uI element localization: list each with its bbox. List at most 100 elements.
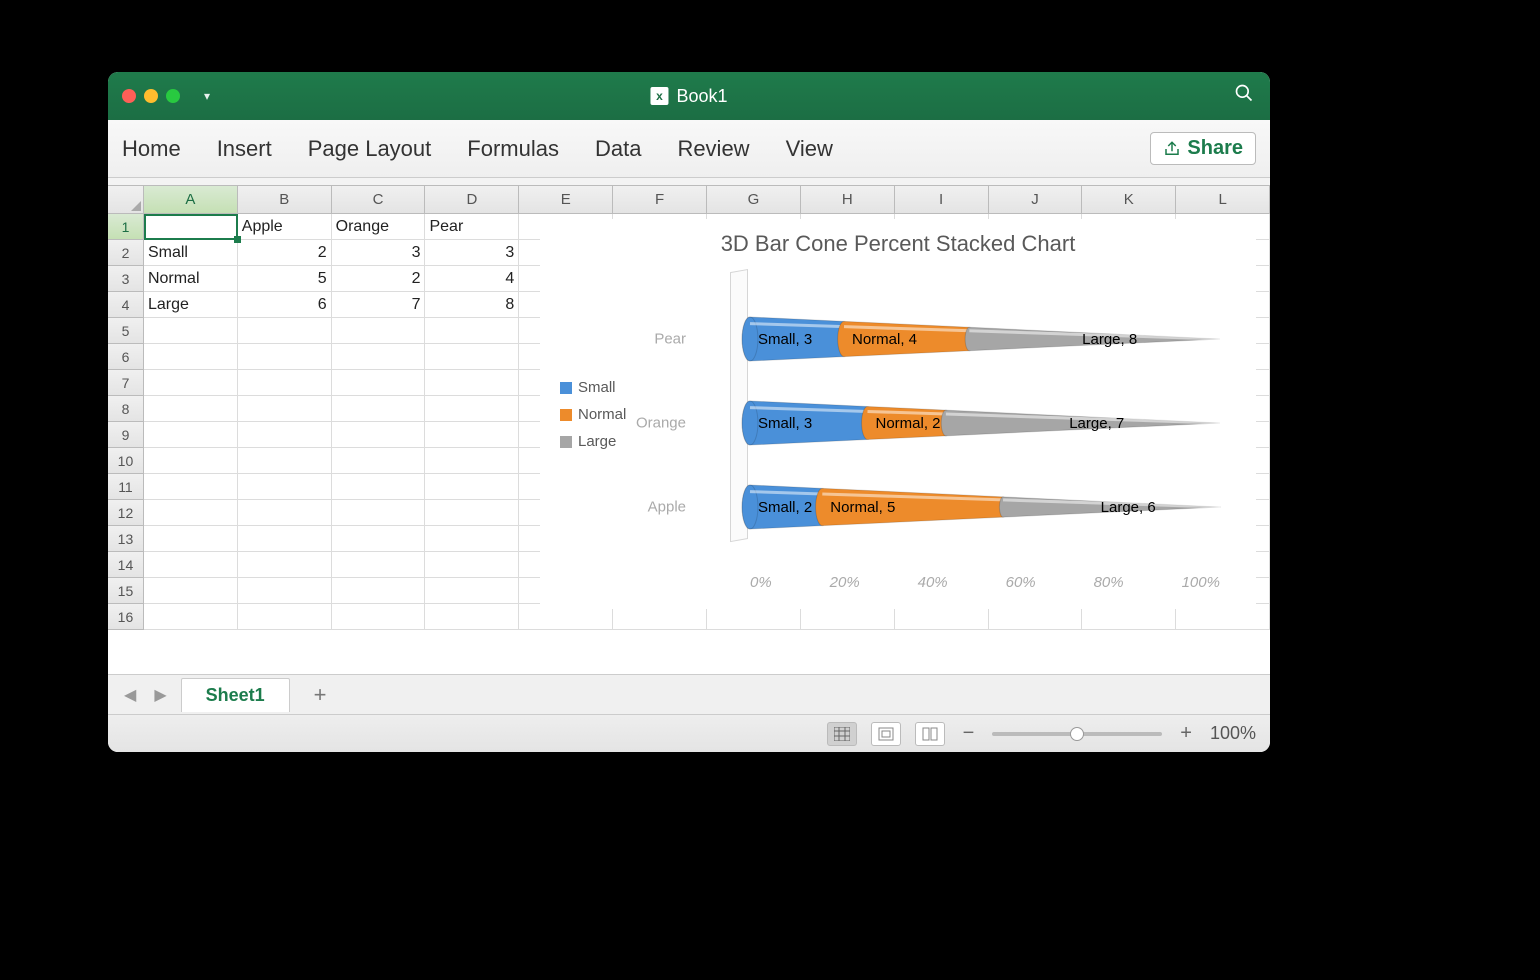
row-header[interactable]: 4 [108,292,144,318]
cell[interactable]: 2 [238,240,332,266]
cell[interactable] [332,396,426,422]
tab-page-layout[interactable]: Page Layout [308,136,432,162]
cell[interactable] [238,422,332,448]
row-header[interactable]: 6 [108,344,144,370]
row-header[interactable]: 9 [108,422,144,448]
cell[interactable]: 7 [332,292,426,318]
column-header-d[interactable]: D [425,186,519,214]
view-normal-button[interactable] [827,722,857,746]
cell[interactable] [425,552,519,578]
row-header[interactable]: 16 [108,604,144,630]
row-header[interactable]: 2 [108,240,144,266]
cell[interactable] [144,214,238,240]
cell[interactable]: Normal [144,266,238,292]
column-header-e[interactable]: E [519,186,613,214]
cell[interactable]: 8 [425,292,519,318]
row-header[interactable]: 5 [108,318,144,344]
cell[interactable]: 2 [332,266,426,292]
cell[interactable] [144,604,238,630]
cell[interactable]: 3 [332,240,426,266]
cell[interactable] [332,500,426,526]
row-header[interactable]: 1 [108,214,144,240]
zoom-in-button[interactable]: + [1176,722,1196,745]
cell[interactable] [144,552,238,578]
column-header-l[interactable]: L [1176,186,1270,214]
row-header[interactable]: 12 [108,500,144,526]
cell[interactable] [238,370,332,396]
cell[interactable] [238,552,332,578]
cell[interactable] [425,604,519,630]
add-sheet-button[interactable]: + [300,682,341,708]
cell[interactable] [425,422,519,448]
cell[interactable] [144,344,238,370]
cell[interactable] [144,526,238,552]
cell[interactable] [238,474,332,500]
cell[interactable] [332,578,426,604]
cell[interactable] [425,500,519,526]
chart-object[interactable]: 3D Bar Cone Percent Stacked Chart SmallN… [540,219,1256,609]
cell[interactable] [144,578,238,604]
cell[interactable] [332,526,426,552]
tab-data[interactable]: Data [595,136,641,162]
cell[interactable]: Orange [332,214,426,240]
cell[interactable] [332,552,426,578]
tab-insert[interactable]: Insert [217,136,272,162]
cell[interactable] [144,474,238,500]
cell[interactable]: 3 [425,240,519,266]
select-all-corner[interactable] [108,186,144,214]
cell[interactable] [144,500,238,526]
row-header[interactable]: 10 [108,448,144,474]
cell[interactable] [332,474,426,500]
column-header-k[interactable]: K [1082,186,1176,214]
cell[interactable] [238,448,332,474]
cell[interactable]: 6 [238,292,332,318]
view-page-layout-button[interactable] [871,722,901,746]
column-header-f[interactable]: F [613,186,707,214]
cell[interactable]: Large [144,292,238,318]
tab-nav-next-icon[interactable]: ▶ [150,685,170,705]
column-header-i[interactable]: I [895,186,989,214]
row-header[interactable]: 14 [108,552,144,578]
cell[interactable] [144,318,238,344]
cell[interactable] [238,578,332,604]
cell[interactable] [144,422,238,448]
minimize-icon[interactable] [144,89,158,103]
close-icon[interactable] [122,89,136,103]
row-header[interactable]: 15 [108,578,144,604]
cell[interactable] [332,344,426,370]
cell[interactable] [144,370,238,396]
row-header[interactable]: 3 [108,266,144,292]
zoom-slider[interactable] [992,732,1162,736]
cell[interactable]: Small [144,240,238,266]
cell[interactable] [332,370,426,396]
cell[interactable] [332,422,426,448]
zoom-out-button[interactable]: − [959,722,979,745]
cell[interactable] [425,448,519,474]
formula-bar[interactable] [108,178,1270,186]
cell[interactable] [425,396,519,422]
row-header[interactable]: 11 [108,474,144,500]
column-header-b[interactable]: B [238,186,332,214]
view-page-break-button[interactable] [915,722,945,746]
cell[interactable] [144,396,238,422]
maximize-icon[interactable] [166,89,180,103]
cell[interactable] [238,604,332,630]
cell[interactable]: 5 [238,266,332,292]
row-header[interactable]: 13 [108,526,144,552]
column-header-j[interactable]: J [989,186,1083,214]
cell[interactable] [144,448,238,474]
column-header-h[interactable]: H [801,186,895,214]
quick-access-dropdown[interactable]: ▾ [204,89,210,103]
cell[interactable] [425,344,519,370]
cell[interactable] [425,318,519,344]
tab-review[interactable]: Review [677,136,749,162]
cell[interactable] [238,526,332,552]
tab-view[interactable]: View [786,136,833,162]
search-icon[interactable] [1234,83,1254,109]
cell[interactable] [425,370,519,396]
column-header-a[interactable]: A [144,186,238,214]
row-header[interactable]: 8 [108,396,144,422]
zoom-thumb[interactable] [1070,727,1084,741]
column-header-c[interactable]: C [332,186,426,214]
cell[interactable]: Pear [425,214,519,240]
